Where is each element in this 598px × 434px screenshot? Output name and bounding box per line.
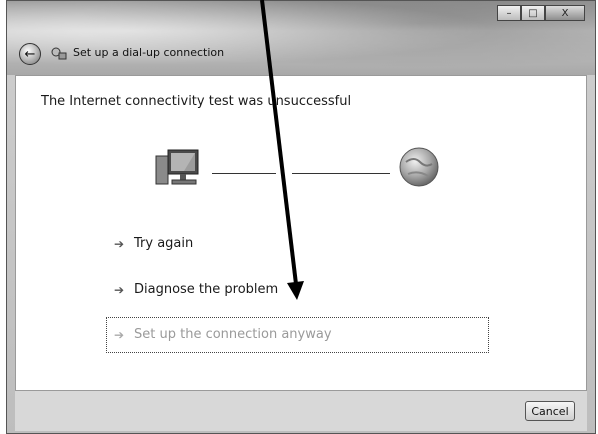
arrow-right-icon: ➔ <box>113 236 125 251</box>
minimize-button[interactable]: – <box>497 5 521 21</box>
setup-anyway-link[interactable]: ➔ Set up the connection anyway <box>112 327 332 342</box>
diagnose-label: Diagnose the problem <box>134 282 279 297</box>
wizard-footer: Cancel <box>15 391 587 431</box>
try-again-label: Try again <box>134 236 194 251</box>
close-button[interactable]: X <box>545 5 585 21</box>
page-heading: The Internet connectivity test was unsuc… <box>41 94 352 109</box>
window-title: Set up a dial-up connection <box>73 46 225 59</box>
connection-line-left <box>212 173 276 174</box>
window-controls: – □ X <box>497 5 585 21</box>
diagnose-link[interactable]: ➔ Diagnose the problem <box>112 282 278 297</box>
globe-icon <box>398 146 440 188</box>
arrow-right-icon: ➔ <box>113 282 125 297</box>
maximize-button[interactable]: □ <box>521 5 545 21</box>
back-button[interactable]: ← <box>19 43 41 65</box>
network-wizard-icon <box>51 47 67 61</box>
wizard-window: – □ X ← Set up a dial-up connection The … <box>6 0 596 434</box>
wizard-content: The Internet connectivity test was unsuc… <box>15 75 587 391</box>
try-again-link[interactable]: ➔ Try again <box>112 236 193 251</box>
setup-anyway-label: Set up the connection anyway <box>134 327 332 342</box>
title-bar[interactable]: – □ X ← Set up a dial-up connection <box>7 1 595 75</box>
computer-icon <box>154 148 202 188</box>
arrow-right-icon: ➔ <box>113 327 125 342</box>
connection-line-right <box>292 173 390 174</box>
cancel-button[interactable]: Cancel <box>525 401 575 421</box>
